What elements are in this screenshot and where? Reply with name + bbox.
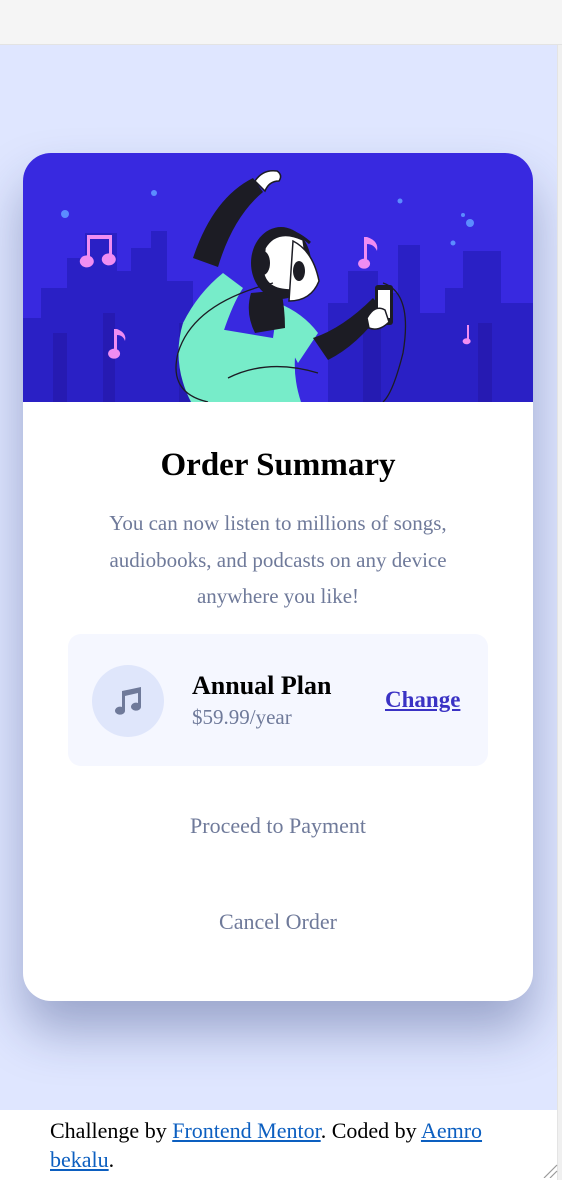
page-background: Order Summary You can now listen to mill… [0, 45, 557, 1110]
browser-top-bar [0, 0, 562, 45]
plan-price: $59.99/year [192, 705, 292, 729]
order-description: You can now listen to millions of songs,… [109, 511, 447, 608]
change-plan-link[interactable]: Change [385, 686, 460, 714]
cancel-order-button[interactable]: Cancel Order [23, 907, 533, 937]
proceed-to-payment-button[interactable]: Proceed to Payment [23, 811, 533, 841]
order-summary-card: Order Summary You can now listen to mill… [23, 153, 533, 1001]
plan-summary-box: Annual Plan $59.99/year Change [68, 634, 488, 766]
page-title: Order Summary [160, 447, 396, 483]
footer-suffix: . [108, 1146, 115, 1172]
attribution-footer: Challenge by Frontend Mentor. Coded by A… [50, 1117, 530, 1174]
music-note-icon [92, 665, 164, 737]
resize-grip-icon[interactable] [540, 1162, 558, 1178]
footer-prefix: Challenge by [50, 1118, 173, 1143]
hero-illustration [23, 153, 533, 402]
frontend-mentor-link[interactable]: Frontend Mentor [172, 1118, 321, 1143]
vertical-scrollbar[interactable] [557, 45, 562, 1180]
footer-middle: . Coded by [320, 1118, 421, 1143]
plan-name: Annual Plan [192, 671, 332, 700]
